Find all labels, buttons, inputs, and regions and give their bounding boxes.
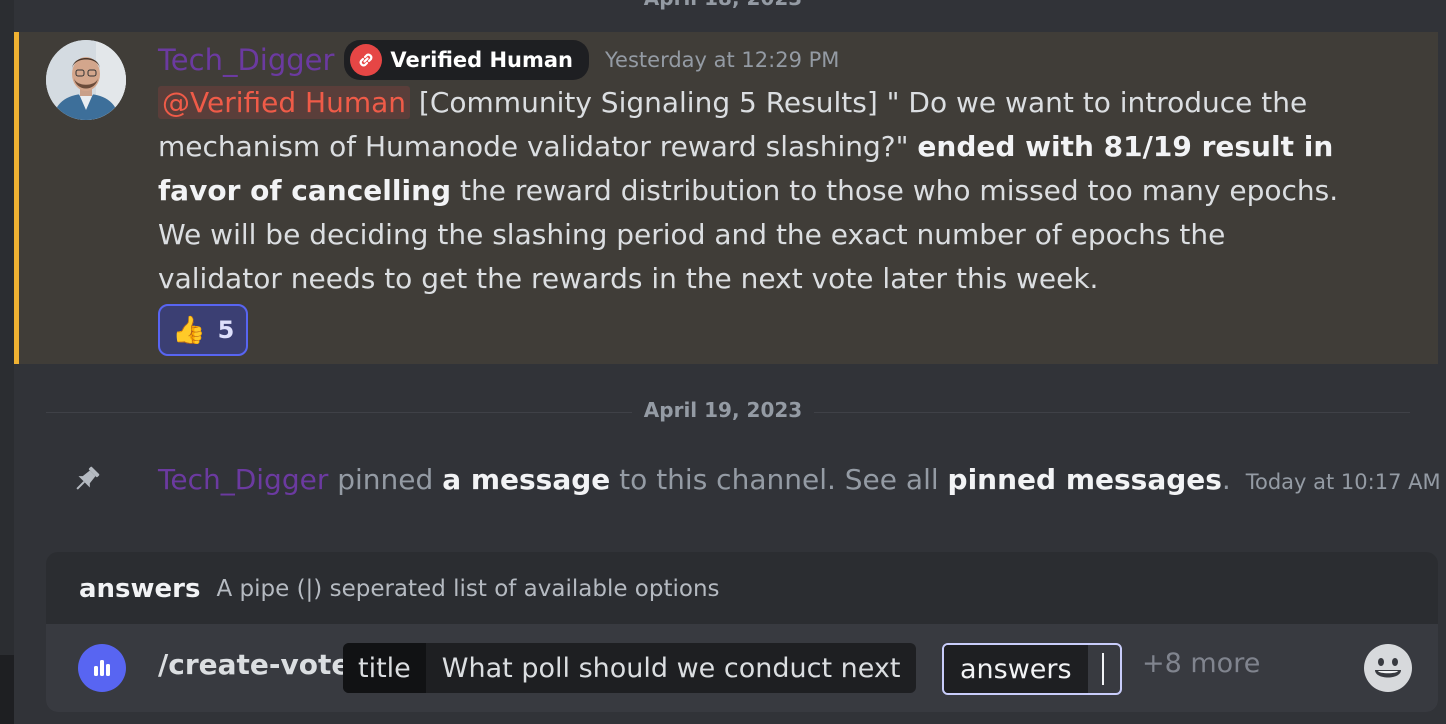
message-author[interactable]: Tech_Digger — [158, 43, 334, 77]
system-username[interactable]: Tech_Digger — [158, 463, 328, 496]
emoji-smile-icon[interactable] — [1364, 644, 1412, 692]
link-pinned-message[interactable]: a message — [442, 463, 610, 496]
system-middle: to this channel. See all — [610, 462, 948, 496]
message-highlighted[interactable]: Tech_Digger Verified Human Yesterday at … — [14, 32, 1438, 364]
system-message-text: Tech_Digger pinned a message to this cha… — [158, 463, 1441, 496]
message-timestamp: Yesterday at 12:29 PM — [605, 48, 840, 72]
text-caret — [1102, 653, 1104, 685]
date-divider: April 19, 2023 — [0, 398, 1446, 422]
option-hint: answers A pipe (|) seperated list of ava… — [79, 568, 720, 610]
option-hint-name: answers — [79, 574, 201, 604]
system-end: . — [1221, 462, 1231, 496]
date-divider-label: April 19, 2023 — [631, 398, 815, 422]
date-divider-top: April 18, 2023 — [0, 0, 1446, 10]
thumbs-up-icon: 👍 — [172, 314, 206, 346]
option-title[interactable]: title What poll should we conduct next — [343, 643, 917, 693]
system-action: pinned — [328, 462, 443, 496]
option-answers[interactable]: answers — [942, 643, 1122, 695]
poll-icon[interactable] — [78, 644, 126, 692]
option-title-name: title — [343, 643, 426, 693]
more-options[interactable]: +8 more — [1142, 648, 1260, 679]
link-icon — [350, 44, 383, 76]
message-content: @Verified Human [Community Signaling 5 R… — [158, 81, 1348, 301]
option-answers-input[interactable] — [1088, 645, 1120, 693]
left-strip — [0, 0, 14, 724]
option-title-value[interactable]: What poll should we conduct next — [426, 643, 917, 693]
message-input[interactable]: /create-vote title What poll should we c… — [46, 624, 1438, 712]
option-answers-name: answers — [944, 645, 1088, 693]
role-badge[interactable]: Verified Human — [344, 40, 590, 80]
reaction-thumbs-up[interactable]: 👍 5 — [158, 304, 248, 356]
message-header: Tech_Digger Verified Human Yesterday at … — [158, 40, 839, 80]
system-message-pinned: Tech_Digger pinned a message to this cha… — [70, 458, 1441, 500]
role-mention[interactable]: @Verified Human — [158, 86, 411, 119]
pin-icon — [70, 462, 104, 496]
link-pinned-messages[interactable]: pinned messages — [948, 463, 1222, 496]
system-timestamp: Today at 10:17 AM — [1245, 469, 1441, 494]
left-strip-bottom — [0, 655, 14, 724]
slash-command-composer: answers A pipe (|) seperated list of ava… — [46, 552, 1438, 712]
command-name: /create-vote — [158, 648, 351, 681]
role-badge-label: Verified Human — [390, 48, 574, 72]
reaction-count: 5 — [217, 316, 235, 344]
avatar[interactable] — [46, 40, 126, 120]
option-hint-description: A pipe (|) seperated list of available o… — [216, 576, 720, 602]
